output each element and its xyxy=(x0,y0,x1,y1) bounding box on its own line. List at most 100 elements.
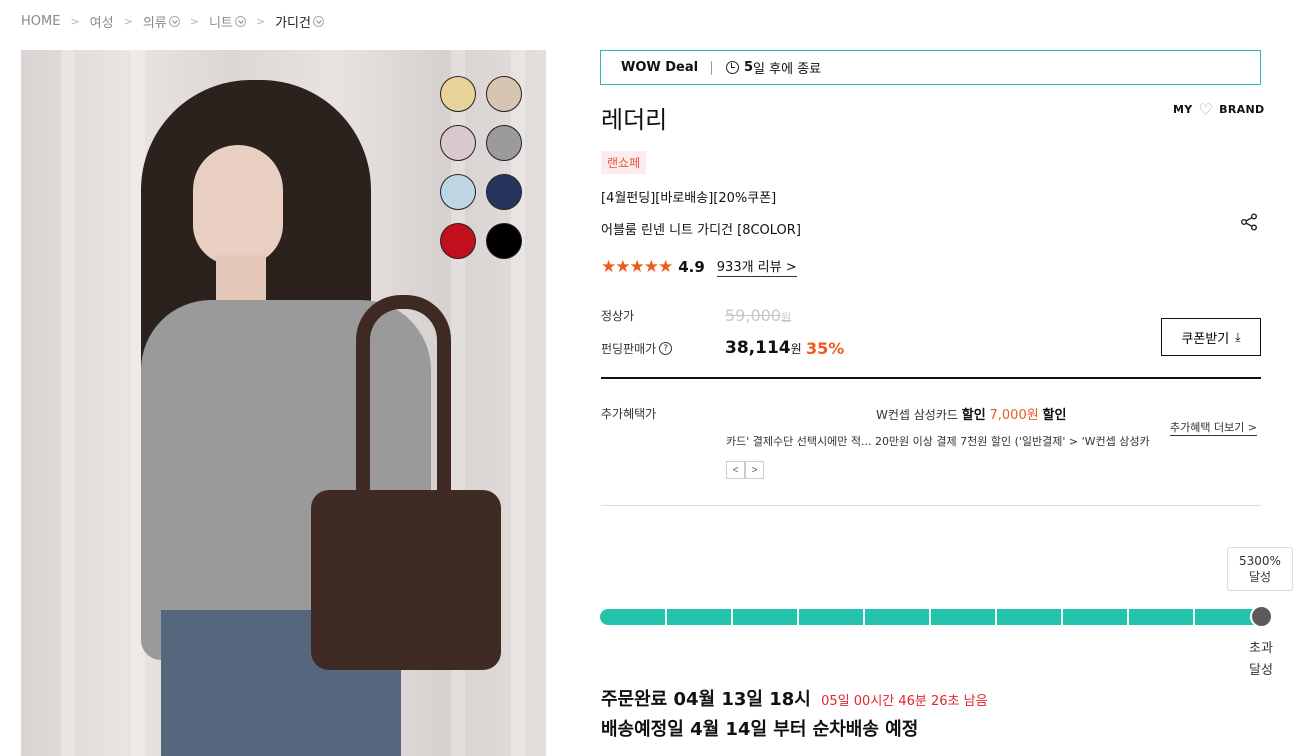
color-swatches xyxy=(440,76,524,259)
color-swatch xyxy=(486,125,522,161)
benefit-title: W컨셉 삼성카드 할인 7,000원 할인 xyxy=(876,404,1066,423)
countdown-timer: 05일 00시간 46분 26초 남음 xyxy=(821,694,988,709)
breadcrumb: HOME > 여성 > 의류 > 니트 > 가디건 xyxy=(21,12,324,31)
breadcrumb-women[interactable]: 여성 xyxy=(90,12,114,31)
clock-icon xyxy=(726,61,739,74)
sale-price: 38,114원 xyxy=(725,338,802,358)
deal-ends-text: 일 후에 종료 xyxy=(753,62,822,77)
regular-price-label: 정상가 xyxy=(601,309,635,323)
share-icon[interactable] xyxy=(1240,213,1258,231)
next-button[interactable]: > xyxy=(745,461,764,479)
prev-button[interactable]: < xyxy=(726,461,745,479)
sale-price-value: 38,114 xyxy=(725,338,791,358)
more-benefits-link[interactable]: 추가혜택 더보기 > xyxy=(1170,419,1258,436)
benefit-label: 추가혜택가 xyxy=(601,407,657,421)
chevron-left-icon: < xyxy=(732,464,739,476)
chevron-right-icon: > xyxy=(70,14,80,28)
breadcrumb-label: 여성 xyxy=(89,15,114,31)
breadcrumb-label: 의류 xyxy=(142,15,167,31)
progress-knob xyxy=(1250,605,1273,628)
color-swatch xyxy=(486,174,522,210)
coupon-button-label: 쿠폰받기 xyxy=(1181,331,1230,347)
brand-name[interactable]: 레더리 xyxy=(601,100,667,135)
wow-deal-label: WOW Deal xyxy=(621,60,699,75)
funding-price-label-text: 펀딩판매가 xyxy=(601,342,657,356)
rating-score: 4.9 xyxy=(678,257,705,276)
order-complete-text: 주문완료 04월 13일 18시 xyxy=(601,689,811,710)
chevron-right-icon: > xyxy=(189,14,199,28)
background-curtain xyxy=(61,50,75,756)
model-face xyxy=(193,145,283,265)
progress-tick xyxy=(797,609,799,625)
color-swatch xyxy=(440,125,476,161)
divider xyxy=(711,60,712,75)
progress-tick xyxy=(995,609,997,625)
help-icon[interactable]: ? xyxy=(659,342,673,355)
sale-price-unit: 원 xyxy=(790,342,802,356)
review-link[interactable]: 933개 리뷰 > xyxy=(716,256,797,277)
star-rating-icon: ★★★★★ xyxy=(601,256,673,277)
breadcrumb-cardigan[interactable]: 가디건 xyxy=(275,12,324,31)
chevron-right-icon: > xyxy=(785,260,797,275)
heart-icon[interactable]: ♡ xyxy=(1199,100,1214,119)
color-swatch xyxy=(440,76,476,112)
color-swatch xyxy=(440,223,476,259)
leather-bag xyxy=(311,490,501,670)
regular-price-value: 59,000 xyxy=(725,306,781,325)
breadcrumb-label: 니트 xyxy=(208,15,233,31)
regular-price: 59,000원 xyxy=(725,306,791,325)
rating-row: ★★★★★ 4.9 933개 리뷰 > xyxy=(601,256,797,277)
product-title-prefix: [4월펀딩][바로배송][20%쿠폰] xyxy=(601,191,777,206)
breadcrumb-home[interactable]: HOME xyxy=(21,14,60,29)
color-swatch xyxy=(486,76,522,112)
product-image[interactable] xyxy=(21,50,546,756)
progress-tick xyxy=(863,609,865,625)
download-icon: ⤓ xyxy=(1235,329,1241,344)
chevron-down-icon[interactable] xyxy=(312,15,324,27)
coupon-button[interactable]: 쿠폰받기 ⤓ xyxy=(1161,318,1261,356)
wow-deal-bar: WOW Deal 5 일 후에 종료 xyxy=(600,50,1261,85)
over-achieved-label: 초과 달성 xyxy=(1240,638,1282,682)
brand-label: BRAND xyxy=(1219,103,1265,116)
order-complete-info: 주문완료 04월 13일 18시 05일 00시간 46분 26초 남음 xyxy=(601,685,988,711)
breadcrumb-clothing[interactable]: 의류 xyxy=(143,12,180,31)
breadcrumb-knit[interactable]: 니트 xyxy=(209,12,246,31)
product-title: 어블룸 린넨 니트 가디건 [8COLOR] xyxy=(601,223,801,238)
benefit-pager: < > xyxy=(726,461,764,479)
regular-price-unit: 원 xyxy=(780,311,792,324)
progress-tick xyxy=(1193,609,1195,625)
review-count: 933개 리뷰 xyxy=(716,260,782,275)
my-brand-button[interactable]: MY ♡ BRAND xyxy=(1173,100,1264,119)
achievement-percent: 5300% xyxy=(1239,554,1281,568)
progress-tick xyxy=(1061,609,1063,625)
my-label: MY xyxy=(1173,103,1193,116)
divider xyxy=(601,505,1261,506)
more-benefits-label: 추가혜택 더보기 xyxy=(1170,421,1245,434)
over-label-line: 달성 xyxy=(1249,663,1273,678)
progress-tick xyxy=(929,609,931,625)
funding-price-label: 펀딩판매가 ? xyxy=(601,340,673,357)
deal-days: 5 xyxy=(744,60,754,75)
funding-progress-fill xyxy=(600,609,1262,625)
over-label-line: 초과 xyxy=(1249,641,1273,656)
breadcrumb-label: HOME xyxy=(21,13,61,29)
benefit-description: 카드' 결제수단 선택시에만 적... 20만원 이상 결제 7천원 할인 ('… xyxy=(726,435,1150,448)
chevron-down-icon[interactable] xyxy=(234,15,246,27)
color-swatch xyxy=(440,174,476,210)
achievement-tooltip: 5300% 달성 xyxy=(1227,547,1293,591)
benefit-card-name: W컨셉 삼성카드 xyxy=(876,408,958,422)
color-swatch xyxy=(486,223,522,259)
benefit-discount-word: 할인 xyxy=(1042,408,1067,423)
chevron-right-icon: > xyxy=(123,14,133,28)
achievement-text: 달성 xyxy=(1248,570,1272,584)
chevron-down-icon[interactable] xyxy=(168,15,180,27)
benefit-discount-word: 할인 xyxy=(961,408,986,423)
benefit-amount: 7,000원 xyxy=(989,408,1039,423)
chevron-right-icon: > xyxy=(751,464,758,476)
chevron-right-icon: > xyxy=(255,14,266,28)
divider xyxy=(601,377,1261,379)
chevron-right-icon: > xyxy=(1247,421,1258,434)
progress-tick xyxy=(1127,609,1129,625)
store-tag: 랜쇼페 xyxy=(601,151,647,174)
progress-tick xyxy=(731,609,733,625)
